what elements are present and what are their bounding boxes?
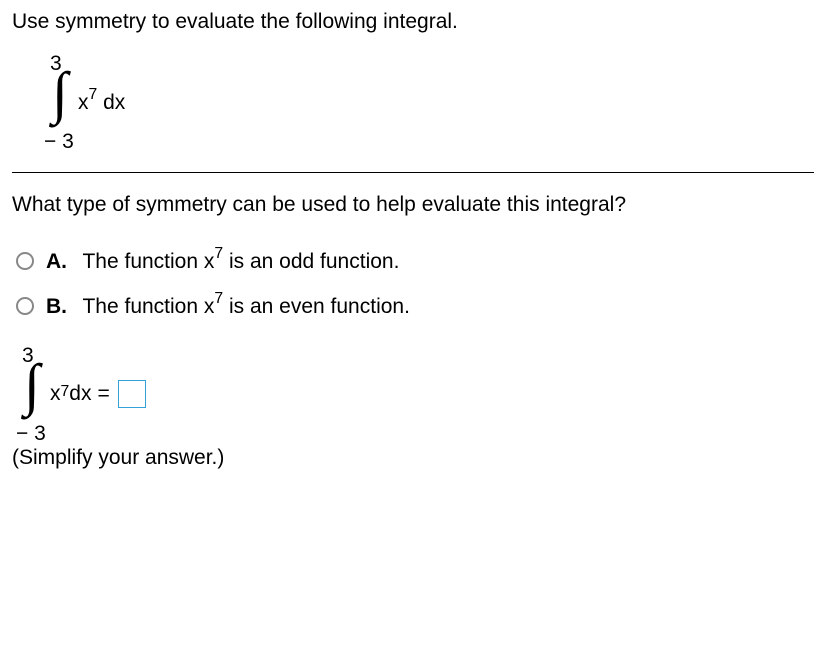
answer-lower-limit: − 3 <box>16 422 46 446</box>
option-b-post: is an even function. <box>223 295 410 318</box>
equals-sign: = <box>97 382 109 406</box>
answer-section: 3 ∫ x7 dx = − 3 (Simplify your answer.) <box>12 344 814 470</box>
integrand: x7 dx <box>78 88 125 115</box>
subquestion-text: What type of symmetry can be used to hel… <box>12 193 814 217</box>
integrand-diff: dx <box>97 91 125 114</box>
integral-lower-limit: − 3 <box>44 130 74 154</box>
option-a-letter: A. <box>46 250 67 273</box>
option-a-radio[interactable] <box>16 252 34 270</box>
answer-integrand: x7 dx = <box>50 380 146 408</box>
answer-integrand-diff: dx <box>69 382 91 406</box>
option-a-post: is an odd function. <box>223 250 399 273</box>
option-b-letter: B. <box>46 295 67 318</box>
option-b-exp: 7 <box>214 290 223 307</box>
option-a-pre: The function x <box>82 250 214 273</box>
option-b-row: B. The function x7 is an even function. <box>16 292 814 319</box>
integrand-base: x <box>78 91 89 114</box>
section-divider <box>12 172 814 173</box>
integrand-exponent: 7 <box>89 86 98 103</box>
simplify-hint: (Simplify your answer.) <box>12 446 814 470</box>
integral-expression: 3 ∫ x7 dx − 3 <box>44 52 814 152</box>
question-prompt: Use symmetry to evaluate the following i… <box>12 10 814 34</box>
option-b-pre: The function x <box>82 295 214 318</box>
answer-options: A. The function x7 is an odd function. B… <box>16 247 814 319</box>
option-b-text: B. The function x7 is an even function. <box>46 292 410 319</box>
option-b-radio[interactable] <box>16 297 34 315</box>
answer-integral-expression: 3 ∫ x7 dx = − 3 <box>16 344 814 444</box>
integral-symbol: ∫ <box>52 64 68 122</box>
answer-integrand-base: x <box>50 382 61 406</box>
option-a-exp: 7 <box>214 245 223 262</box>
answer-input-box[interactable] <box>118 380 146 408</box>
answer-integral-symbol: ∫ <box>24 356 40 414</box>
answer-integrand-exponent: 7 <box>61 383 70 401</box>
option-a-row: A. The function x7 is an odd function. <box>16 247 814 274</box>
option-a-text: A. The function x7 is an odd function. <box>46 247 399 274</box>
